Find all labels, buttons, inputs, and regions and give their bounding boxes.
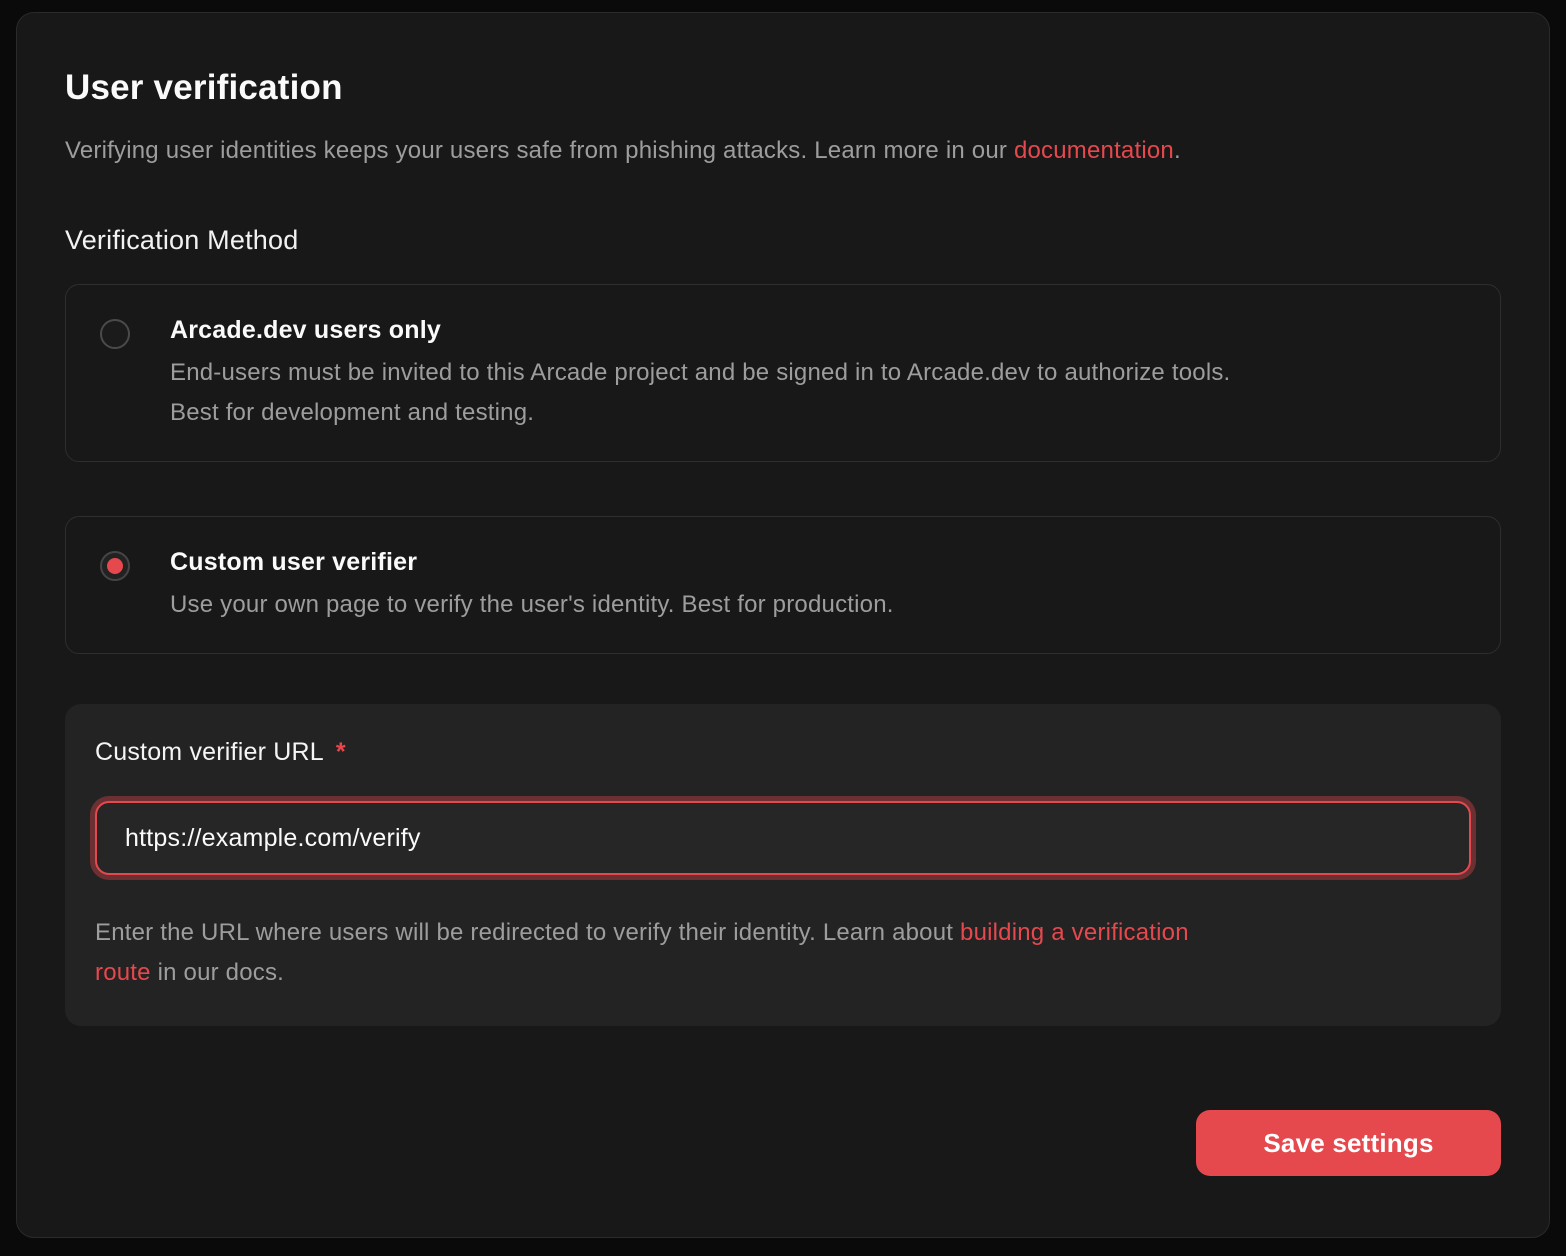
radio-selected-dot	[107, 558, 123, 574]
verification-route-link-line1: building a verification	[960, 919, 1189, 946]
option-card-arcade-users-only[interactable]: Arcade.dev users only End-users must be …	[65, 284, 1501, 462]
option-label-custom-user-verifier: Custom user verifier	[170, 545, 894, 579]
subtitle-period: .	[1174, 137, 1181, 164]
user-verification-settings-card: User verification Verifying user identit…	[16, 12, 1550, 1238]
documentation-link[interactable]: documentation	[1014, 137, 1174, 164]
option-description-line: Use your own page to verify the user's i…	[170, 585, 894, 625]
option-body: Arcade.dev users only End-users must be …	[170, 313, 1230, 433]
subtitle-text: Verifying user identities keeps your use…	[65, 137, 1014, 164]
save-settings-button[interactable]: Save settings	[1196, 1110, 1501, 1176]
custom-verifier-url-label: Custom verifier URL	[95, 738, 324, 767]
option-label-arcade-users-only: Arcade.dev users only	[170, 313, 1230, 347]
actions-row: Save settings	[65, 1110, 1501, 1176]
custom-verifier-url-panel: Custom verifier URL * Enter the URL wher…	[65, 704, 1501, 1026]
custom-verifier-url-label-row: Custom verifier URL *	[95, 738, 1471, 767]
radio-arcade-users-only[interactable]	[100, 319, 130, 349]
option-description-arcade-users-only: End-users must be invited to this Arcade…	[170, 353, 1230, 433]
option-description-line: End-users must be invited to this Arcade…	[170, 353, 1230, 393]
option-description-line: Best for development and testing.	[170, 393, 1230, 433]
verification-route-link-line2: route	[95, 959, 151, 986]
option-description-custom-user-verifier: Use your own page to verify the user's i…	[170, 585, 894, 625]
help-text-end: in our docs.	[151, 959, 284, 986]
radio-custom-user-verifier[interactable]	[100, 551, 130, 581]
custom-verifier-url-input[interactable]	[95, 801, 1471, 875]
custom-verifier-url-help: Enter the URL where users will be redire…	[95, 913, 1471, 993]
help-text: Enter the URL where users will be redire…	[95, 919, 960, 946]
verification-method-heading: Verification Method	[65, 223, 1501, 257]
option-card-custom-user-verifier[interactable]: Custom user verifier Use your own page t…	[65, 516, 1501, 654]
page-subtitle: Verifying user identities keeps your use…	[65, 135, 1501, 167]
option-body: Custom user verifier Use your own page t…	[170, 545, 894, 625]
required-asterisk: *	[336, 738, 346, 767]
page-title: User verification	[65, 67, 1501, 109]
